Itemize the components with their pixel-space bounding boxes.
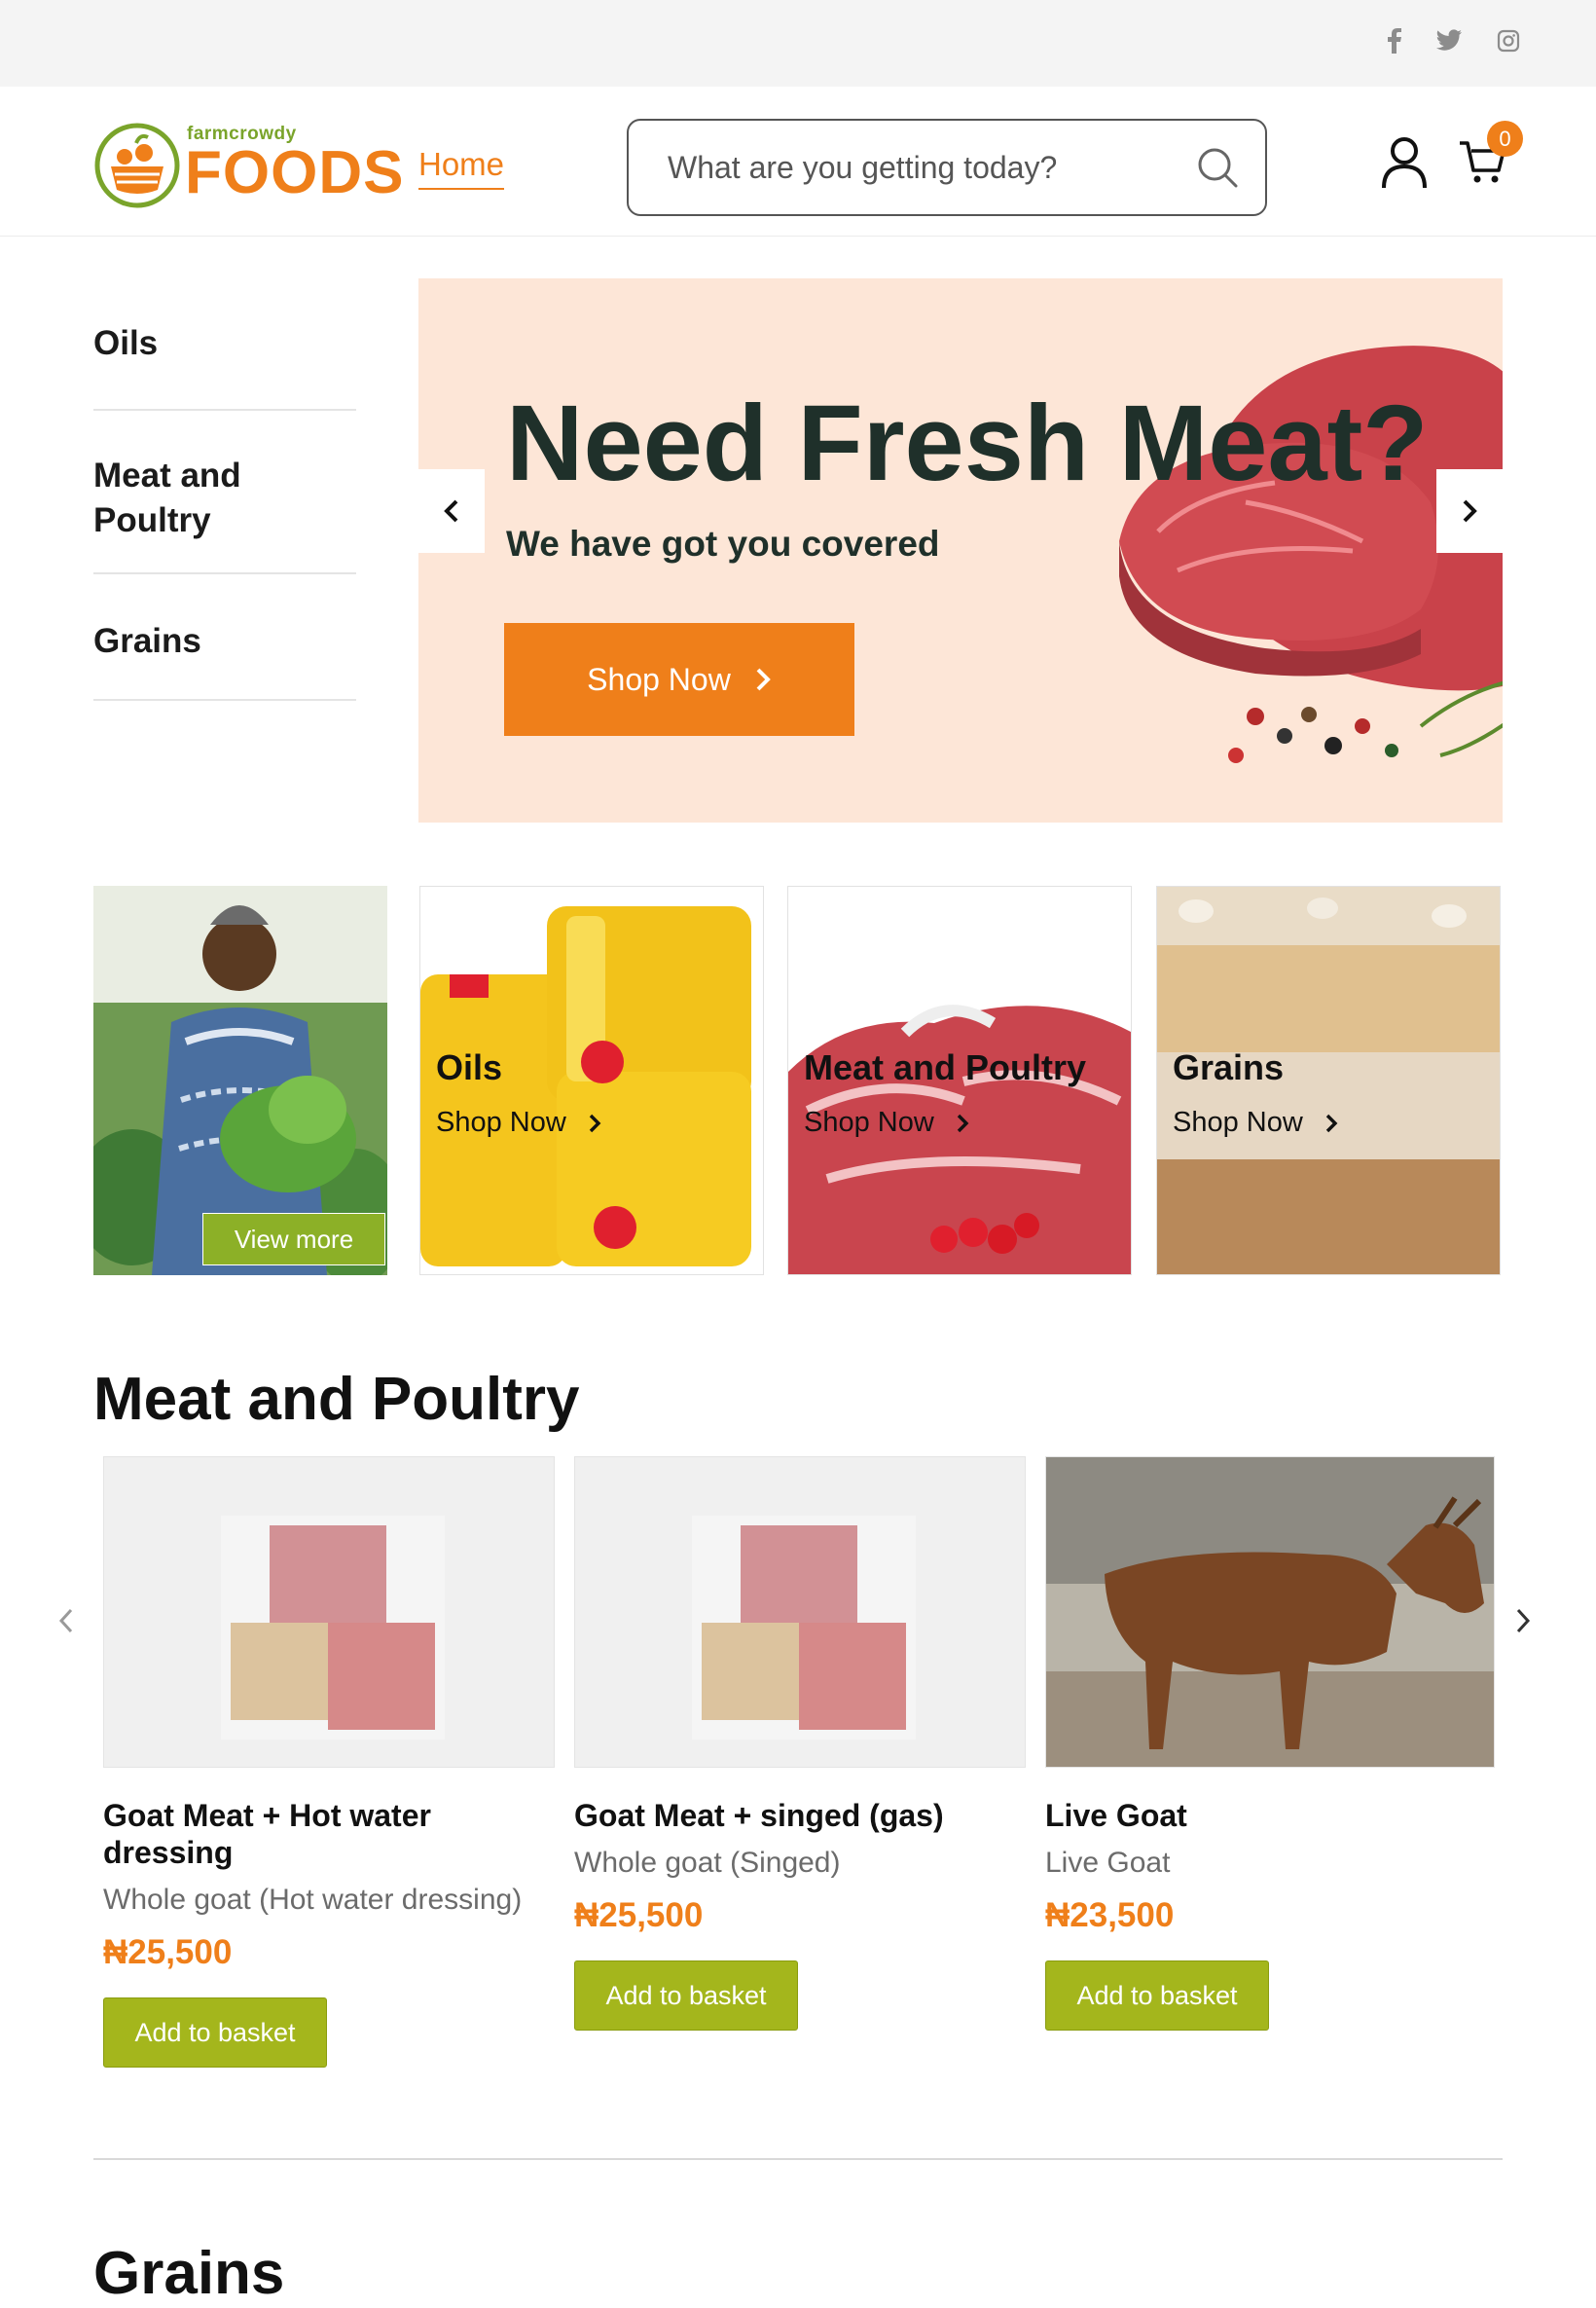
twitter-icon[interactable] xyxy=(1432,23,1467,58)
sidebar-item-grains[interactable]: Grains xyxy=(93,574,356,701)
category-shop-now-meat-poultry[interactable]: Shop Now xyxy=(804,1107,969,1139)
product-description: Live Goat xyxy=(1045,1847,1171,1879)
chevron-right-icon xyxy=(1516,1608,1531,1633)
nav-home-link[interactable]: Home xyxy=(418,147,505,190)
product-image[interactable] xyxy=(1045,1456,1495,1768)
search-box xyxy=(627,119,1267,216)
section-divider xyxy=(93,2158,1503,2160)
category-title-grains: Grains xyxy=(1173,1047,1285,1087)
category-card-oils[interactable]: Oils Shop Now xyxy=(419,886,764,1275)
product-price: ₦23,500 xyxy=(1045,1896,1175,1934)
instagram-icon[interactable] xyxy=(1491,23,1526,58)
hero-next-button[interactable] xyxy=(1436,469,1503,553)
chevron-left-icon xyxy=(58,1608,73,1633)
sidebar-item-oils[interactable]: Oils xyxy=(93,282,356,411)
product-description: Whole goat (Hot water dressing) xyxy=(103,1884,523,1916)
category-title-oils: Oils xyxy=(436,1047,503,1087)
shop-now-label: Shop Now xyxy=(804,1107,934,1138)
cart-count-badge: 0 xyxy=(1487,121,1523,157)
packaged-meat-image xyxy=(575,1457,1025,1767)
user-account-icon[interactable] xyxy=(1380,135,1429,190)
add-to-basket-button[interactable]: Add to basket xyxy=(103,1997,327,2068)
farmer-promo-card: View more xyxy=(93,886,387,1275)
chevron-left-icon xyxy=(444,499,458,523)
live-goat-image xyxy=(1046,1457,1494,1767)
search-icon[interactable] xyxy=(1195,145,1240,190)
facebook-icon[interactable] xyxy=(1377,23,1412,58)
logo-brand-big: FOODS xyxy=(185,139,405,206)
top-bar xyxy=(0,0,1596,87)
add-to-basket-button[interactable]: Add to basket xyxy=(1045,1960,1269,2031)
chevron-right-icon xyxy=(756,668,771,691)
product-card[interactable]: Goat Meat + Hot water dressing Whole goa… xyxy=(103,1456,555,2068)
category-shop-now-oils[interactable]: Shop Now xyxy=(436,1107,601,1139)
logo[interactable]: farmcrowdy FOODS xyxy=(93,122,405,209)
hero-subtitle: We have got you covered xyxy=(506,524,940,564)
view-more-button[interactable]: View more xyxy=(202,1213,385,1265)
product-card[interactable]: Live Goat Live Goat ₦23,500 Add to baske… xyxy=(1045,1456,1495,2031)
category-title-meat-poultry: Meat and Poultry xyxy=(804,1047,1087,1087)
category-sidebar: Oils Meat and Poultry Grains xyxy=(93,282,356,701)
product-price: ₦25,500 xyxy=(103,1933,233,1971)
packaged-meat-image xyxy=(104,1457,554,1767)
product-image[interactable] xyxy=(103,1456,555,1768)
sidebar-item-meat-poultry[interactable]: Meat and Poultry xyxy=(93,411,269,574)
shop-now-label: Shop Now xyxy=(1173,1107,1303,1138)
basket-logo-icon xyxy=(94,123,180,208)
category-card-meat-poultry[interactable]: Meat and Poultry Shop Now xyxy=(787,886,1132,1275)
product-name[interactable]: Goat Meat + Hot water dressing xyxy=(103,1797,483,1871)
product-image[interactable] xyxy=(574,1456,1026,1768)
section-title-meat-poultry: Meat and Poultry xyxy=(93,1366,580,1433)
products-prev-button[interactable] xyxy=(47,1596,86,1645)
hero-prev-button[interactable] xyxy=(418,469,485,553)
product-card[interactable]: Goat Meat + singed (gas) Whole goat (Sin… xyxy=(574,1456,1026,2031)
category-shop-now-grains[interactable]: Shop Now xyxy=(1173,1107,1338,1139)
add-to-basket-button[interactable]: Add to basket xyxy=(574,1960,798,2031)
category-card-grains[interactable]: Grains Shop Now xyxy=(1156,886,1501,1275)
site-header: farmcrowdy FOODS Home 0 xyxy=(0,87,1596,237)
shop-now-label: Shop Now xyxy=(436,1107,566,1138)
hero-shop-now-label: Shop Now xyxy=(587,661,731,697)
products-next-button[interactable] xyxy=(1504,1596,1542,1645)
chevron-right-icon xyxy=(1325,1114,1338,1132)
product-price: ₦25,500 xyxy=(574,1896,704,1934)
search-input[interactable] xyxy=(668,144,1193,191)
hero-banner: Need Fresh Meat? We have got you covered… xyxy=(418,278,1503,823)
chevron-right-icon xyxy=(589,1114,601,1132)
hero-shop-now-button[interactable]: Shop Now xyxy=(504,623,854,736)
product-description: Whole goat (Singed) xyxy=(574,1847,841,1879)
product-name[interactable]: Goat Meat + singed (gas) xyxy=(574,1797,1026,1834)
hero-title: Need Fresh Meat? xyxy=(506,384,1429,503)
section-title-grains: Grains xyxy=(93,2240,285,2307)
chevron-right-icon xyxy=(957,1114,969,1132)
chevron-right-icon xyxy=(1463,499,1477,523)
product-name[interactable]: Live Goat xyxy=(1045,1797,1495,1834)
